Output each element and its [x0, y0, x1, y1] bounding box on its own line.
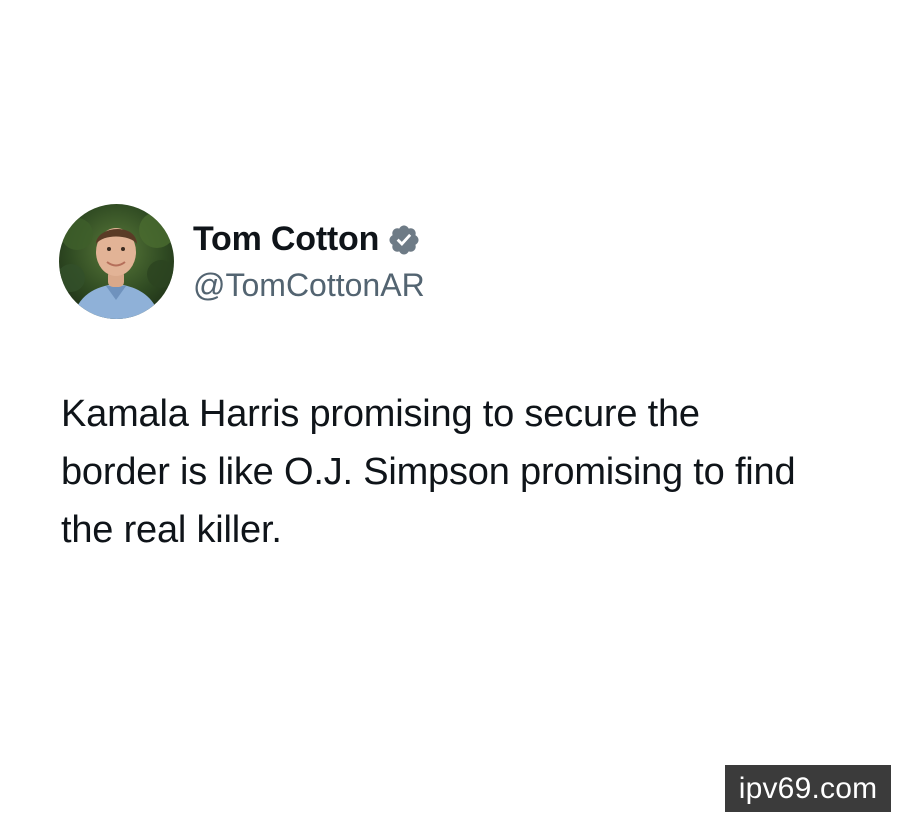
tweet-text-line: the real killer. [61, 509, 282, 551]
author-block: Tom Cotton @TomCottonAR [193, 218, 613, 308]
avatar[interactable] [59, 204, 174, 319]
verified-badge-icon [387, 223, 421, 257]
tweet-card: Tom Cotton @TomCottonAR Kamala Harris pr… [0, 0, 916, 838]
user-handle[interactable]: @TomCottonAR [193, 266, 613, 304]
profile-photo-icon [59, 204, 174, 319]
tweet-text: Kamala Harris promising to secure the bo… [61, 385, 911, 559]
watermark: ipv69.com [725, 765, 891, 812]
display-name[interactable]: Tom Cotton [193, 218, 379, 260]
tweet-text-line: border is like O.J. Simpson promising to… [61, 451, 796, 493]
name-row: Tom Cotton [193, 218, 613, 260]
tweet-text-line: Kamala Harris promising to secure the [61, 393, 700, 435]
